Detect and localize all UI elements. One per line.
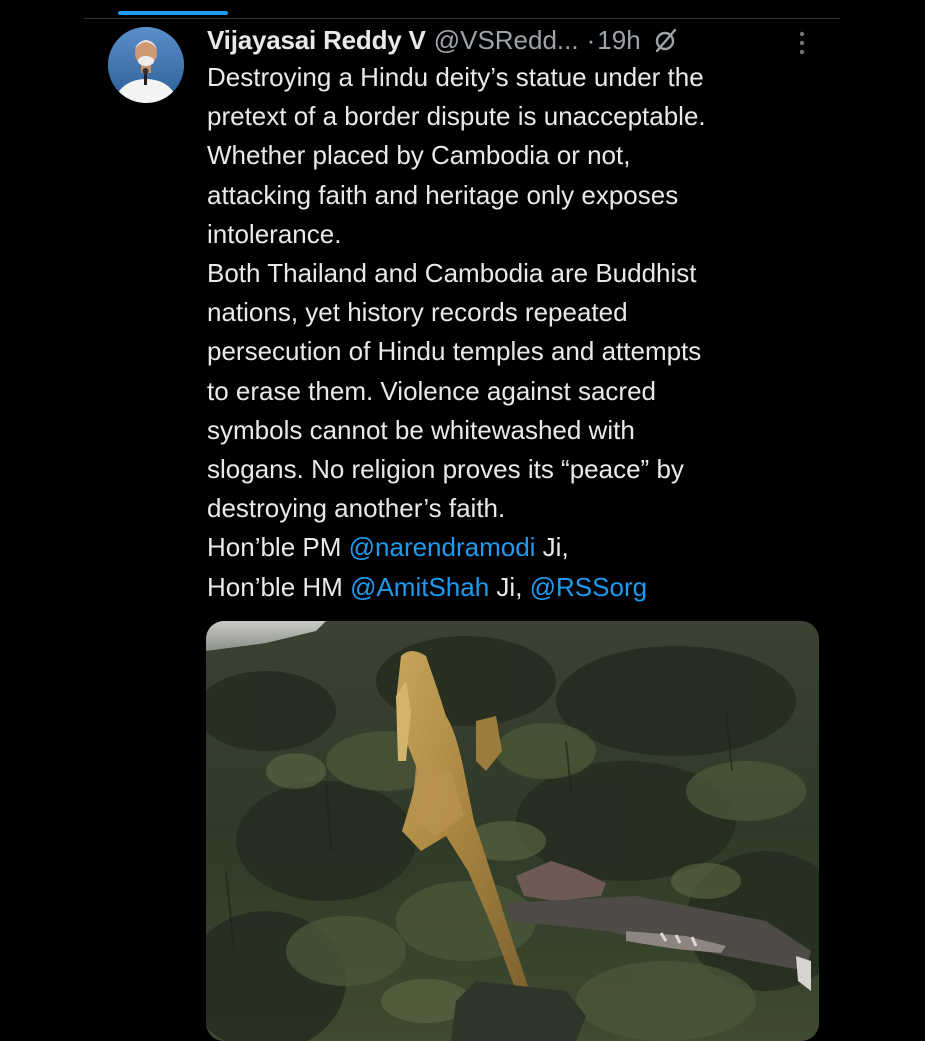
- avatar[interactable]: [108, 27, 184, 103]
- tweet-text: Destroying a Hindu deity’s statue under …: [207, 58, 827, 607]
- tweet-text-line: Both Thailand and Cambodia are Buddhist: [207, 258, 697, 289]
- tweet-text-line: Whether placed by Cambodia or not,: [207, 140, 631, 171]
- pm-prefix: Hon’ble PM: [207, 532, 349, 563]
- tweet-text-line: destroying another’s faith.: [207, 493, 506, 524]
- tweet-text-line: attacking faith and heritage only expose…: [207, 179, 679, 210]
- tweet-text-line: nations, yet history records repeated: [207, 297, 628, 328]
- tweet-media-image[interactable]: [206, 621, 819, 1041]
- hm-middle: Ji,: [489, 571, 530, 602]
- mention-amitshah[interactable]: @AmitShah: [350, 572, 489, 602]
- tweet-text-line: slogans. No religion proves its “peace” …: [207, 454, 684, 485]
- tweet-text-line: persecution of Hindu temples and attempt…: [207, 336, 702, 367]
- more-vertical-icon[interactable]: [792, 30, 812, 56]
- pm-suffix: Ji,: [535, 532, 569, 563]
- hm-prefix: Hon’ble HM: [207, 571, 351, 602]
- pm-mention-line: Hon’ble PM @narendramodi Ji,: [207, 528, 827, 567]
- mention-narendramodi[interactable]: @narendramodi: [349, 532, 536, 562]
- author-handle[interactable]: @VSRedd...: [434, 25, 579, 56]
- grok-icon[interactable]: [653, 27, 679, 53]
- hm-mention-line: Hon’ble HM @AmitShah Ji, @RSSorg: [207, 568, 827, 607]
- tweet-header: Vijayasai Reddy V @VSRedd... · 19h: [207, 22, 827, 58]
- author-display-name[interactable]: Vijayasai Reddy V: [207, 25, 426, 56]
- timeline-divider: [84, 18, 840, 19]
- tweet-text-line: pretext of a border dispute is unaccepta…: [207, 101, 706, 132]
- tweet-text-line: Destroying a Hindu deity’s statue under …: [207, 62, 704, 92]
- tweet-text-line: symbols cannot be whitewashed with: [207, 414, 635, 445]
- header-separator: ·: [586, 24, 596, 55]
- tweet-text-line: intolerance.: [207, 218, 342, 249]
- tweet-text-line: to erase them. Violence against sacred: [207, 375, 657, 406]
- tweet-timestamp[interactable]: 19h: [597, 25, 640, 56]
- mention-rssorg[interactable]: @RSSorg: [530, 572, 647, 602]
- tab-indicator: [118, 11, 228, 15]
